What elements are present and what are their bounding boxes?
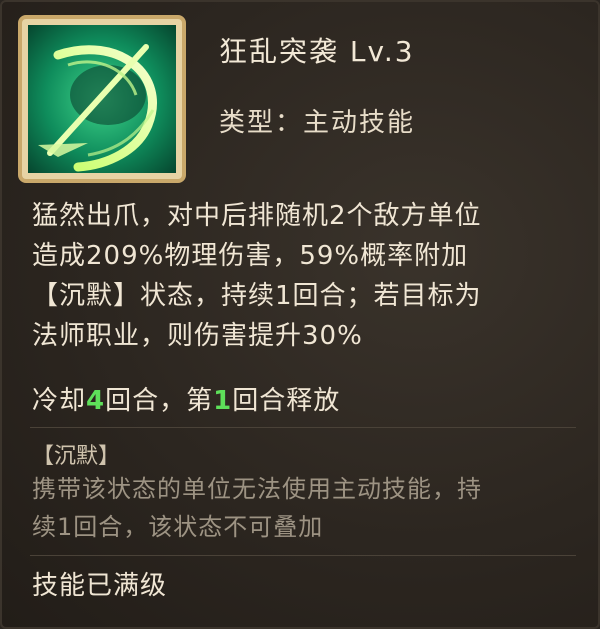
skill-tooltip-panel: 狂乱突袭 Lv.3 类型：主动技能 猛然出爪，对中后排随机2个敌方单位 造成20… [0,0,600,629]
skill-name: 狂乱突袭 Lv.3 [219,35,415,68]
skill-icon-frame [18,15,186,183]
cooldown-info: 冷却4回合，第1回合释放 [32,380,340,417]
cooldown-middle: 回合，第 [105,386,214,416]
divider [30,427,576,428]
cooldown-suffix: 回合释放 [232,386,341,416]
status-effect-line: 携带该状态的单位无法使用主动技能，持 [32,475,482,503]
divider [30,555,576,556]
status-effect-title: 【沉默】 [32,444,121,469]
skill-type: 类型：主动技能 [219,108,416,138]
release-turn: 1 [213,386,233,416]
cooldown-turns: 4 [86,386,106,416]
description-line: 法师职业，则伤害提升30% [32,321,363,351]
description-line: 【沉默】状态，持续1回合；若目标为 [32,281,482,311]
skill-level-status: 技能已满级 [32,571,168,601]
skill-description: 猛然出爪，对中后排随机2个敌方单位 造成209%物理伤害，59%概率附加 【沉默… [32,196,592,356]
green-claw-slash-icon [28,25,176,173]
description-line: 造成209%物理伤害，59%概率附加 [32,241,469,271]
status-effect-description: 携带该状态的单位无法使用主动技能，持 续1回合，该状态不可叠加 [32,470,592,546]
cooldown-prefix: 冷却 [32,386,87,416]
description-line: 猛然出爪，对中后排随机2个敌方单位 [32,201,482,231]
status-effect-line: 续1回合，该状态不可叠加 [32,513,324,541]
